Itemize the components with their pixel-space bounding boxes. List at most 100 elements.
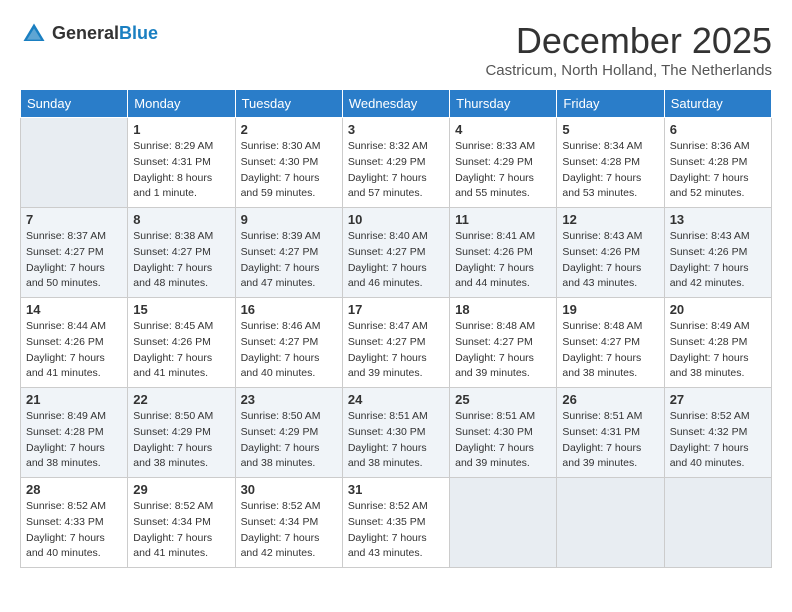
day-cell: 31Sunrise: 8:52 AMSunset: 4:35 PMDayligh… xyxy=(342,478,449,568)
day-number: 30 xyxy=(241,482,337,497)
day-info: Sunrise: 8:51 AMSunset: 4:30 PMDaylight:… xyxy=(348,409,444,472)
day-info: Sunrise: 8:30 AMSunset: 4:30 PMDaylight:… xyxy=(241,139,337,202)
day-info: Sunrise: 8:41 AMSunset: 4:26 PMDaylight:… xyxy=(455,229,551,292)
day-info: Sunrise: 8:38 AMSunset: 4:27 PMDaylight:… xyxy=(133,229,229,292)
day-number: 16 xyxy=(241,302,337,317)
day-number: 17 xyxy=(348,302,444,317)
day-info: Sunrise: 8:40 AMSunset: 4:27 PMDaylight:… xyxy=(348,229,444,292)
day-cell: 5 Sunrise: 8:34 AMSunset: 4:28 PMDaylight… xyxy=(557,118,664,208)
weekday-header-monday: Monday xyxy=(128,90,235,118)
week-row-2: 7 Sunrise: 8:37 AMSunset: 4:27 PMDaylight… xyxy=(21,208,772,298)
day-number: 14 xyxy=(26,302,122,317)
week-row-5: 28 Sunrise: 8:52 AMSunset: 4:33 PMDayligh… xyxy=(21,478,772,568)
day-cell: 22 Sunrise: 8:50 AMSunset: 4:29 PMDayligh… xyxy=(128,388,235,478)
day-cell: 12 Sunrise: 8:43 AMSunset: 4:26 PMDayligh… xyxy=(557,208,664,298)
weekday-header-sunday: Sunday xyxy=(21,90,128,118)
day-cell: 10 Sunrise: 8:40 AMSunset: 4:27 PMDayligh… xyxy=(342,208,449,298)
day-number: 18 xyxy=(455,302,551,317)
day-cell: 26Sunrise: 8:51 AMSunset: 4:31 PMDayligh… xyxy=(557,388,664,478)
day-cell: 7 Sunrise: 8:37 AMSunset: 4:27 PMDaylight… xyxy=(21,208,128,298)
day-cell: 16 Sunrise: 8:46 AMSunset: 4:27 PMDayligh… xyxy=(235,298,342,388)
day-cell: 21 Sunrise: 8:49 AMSunset: 4:28 PMDayligh… xyxy=(21,388,128,478)
day-info: Sunrise: 8:49 AMSunset: 4:28 PMDaylight:… xyxy=(26,409,122,472)
day-info: Sunrise: 8:43 AMSunset: 4:26 PMDaylight:… xyxy=(670,229,766,292)
day-cell: 14 Sunrise: 8:44 AMSunset: 4:26 PMDayligh… xyxy=(21,298,128,388)
day-cell: 29Sunrise: 8:52 AMSunset: 4:34 PMDayligh… xyxy=(128,478,235,568)
day-number: 2 xyxy=(241,122,337,137)
day-info: Sunrise: 8:52 AMSunset: 4:35 PMDaylight:… xyxy=(348,499,444,562)
day-number: 25 xyxy=(455,392,551,407)
day-info: Sunrise: 8:34 AMSunset: 4:28 PMDaylight:… xyxy=(562,139,658,202)
day-cell: 13 Sunrise: 8:43 AMSunset: 4:26 PMDayligh… xyxy=(664,208,771,298)
day-cell: 15Sunrise: 8:45 AMSunset: 4:26 PMDayligh… xyxy=(128,298,235,388)
day-info: Sunrise: 8:44 AMSunset: 4:26 PMDaylight:… xyxy=(26,319,122,382)
week-row-1: 1 Sunrise: 8:29 AMSunset: 4:31 PMDaylight… xyxy=(21,118,772,208)
day-number: 3 xyxy=(348,122,444,137)
day-info: Sunrise: 8:52 AMSunset: 4:33 PMDaylight:… xyxy=(26,499,122,562)
logo: GeneralBlue xyxy=(20,20,158,48)
day-info: Sunrise: 8:47 AMSunset: 4:27 PMDaylight:… xyxy=(348,319,444,382)
day-number: 5 xyxy=(562,122,658,137)
day-info: Sunrise: 8:29 AMSunset: 4:31 PMDaylight:… xyxy=(133,139,229,202)
day-info: Sunrise: 8:46 AMSunset: 4:27 PMDaylight:… xyxy=(241,319,337,382)
day-number: 1 xyxy=(133,122,229,137)
logo-icon xyxy=(20,20,48,48)
day-number: 11 xyxy=(455,212,551,227)
day-cell: 9 Sunrise: 8:39 AMSunset: 4:27 PMDaylight… xyxy=(235,208,342,298)
day-number: 12 xyxy=(562,212,658,227)
page-header: GeneralBlue December 2025 Castricum, Nor… xyxy=(20,20,772,79)
day-cell: 20 Sunrise: 8:49 AMSunset: 4:28 PMDayligh… xyxy=(664,298,771,388)
day-cell: 30 Sunrise: 8:52 AMSunset: 4:34 PMDayligh… xyxy=(235,478,342,568)
week-row-3: 14 Sunrise: 8:44 AMSunset: 4:26 PMDayligh… xyxy=(21,298,772,388)
day-number: 22 xyxy=(133,392,229,407)
day-number: 10 xyxy=(348,212,444,227)
day-cell: 2 Sunrise: 8:30 AMSunset: 4:30 PMDaylight… xyxy=(235,118,342,208)
title-block: December 2025 Castricum, North Holland, … xyxy=(485,20,772,79)
day-cell xyxy=(664,478,771,568)
day-cell: 3Sunrise: 8:32 AMSunset: 4:29 PMDaylight… xyxy=(342,118,449,208)
day-number: 4 xyxy=(455,122,551,137)
weekday-header-row: SundayMondayTuesdayWednesdayThursdayFrid… xyxy=(21,90,772,118)
day-number: 20 xyxy=(670,302,766,317)
day-info: Sunrise: 8:33 AMSunset: 4:29 PMDaylight:… xyxy=(455,139,551,202)
day-info: Sunrise: 8:50 AMSunset: 4:29 PMDaylight:… xyxy=(133,409,229,472)
day-number: 13 xyxy=(670,212,766,227)
day-cell xyxy=(450,478,557,568)
day-number: 8 xyxy=(133,212,229,227)
day-number: 7 xyxy=(26,212,122,227)
day-number: 6 xyxy=(670,122,766,137)
day-number: 27 xyxy=(670,392,766,407)
day-cell: 19Sunrise: 8:48 AMSunset: 4:27 PMDayligh… xyxy=(557,298,664,388)
day-cell xyxy=(557,478,664,568)
month-title: December 2025 xyxy=(485,20,772,62)
day-cell: 28 Sunrise: 8:52 AMSunset: 4:33 PMDayligh… xyxy=(21,478,128,568)
day-number: 21 xyxy=(26,392,122,407)
day-info: Sunrise: 8:43 AMSunset: 4:26 PMDaylight:… xyxy=(562,229,658,292)
day-number: 23 xyxy=(241,392,337,407)
day-cell: 24Sunrise: 8:51 AMSunset: 4:30 PMDayligh… xyxy=(342,388,449,478)
day-cell xyxy=(21,118,128,208)
day-info: Sunrise: 8:50 AMSunset: 4:29 PMDaylight:… xyxy=(241,409,337,472)
day-info: Sunrise: 8:51 AMSunset: 4:30 PMDaylight:… xyxy=(455,409,551,472)
day-info: Sunrise: 8:51 AMSunset: 4:31 PMDaylight:… xyxy=(562,409,658,472)
day-cell: 25 Sunrise: 8:51 AMSunset: 4:30 PMDayligh… xyxy=(450,388,557,478)
weekday-header-thursday: Thursday xyxy=(450,90,557,118)
day-info: Sunrise: 8:39 AMSunset: 4:27 PMDaylight:… xyxy=(241,229,337,292)
day-info: Sunrise: 8:52 AMSunset: 4:34 PMDaylight:… xyxy=(241,499,337,562)
day-info: Sunrise: 8:52 AMSunset: 4:34 PMDaylight:… xyxy=(133,499,229,562)
day-cell: 1 Sunrise: 8:29 AMSunset: 4:31 PMDaylight… xyxy=(128,118,235,208)
day-number: 28 xyxy=(26,482,122,497)
week-row-4: 21 Sunrise: 8:49 AMSunset: 4:28 PMDayligh… xyxy=(21,388,772,478)
location-subtitle: Castricum, North Holland, The Netherland… xyxy=(485,62,772,79)
day-number: 9 xyxy=(241,212,337,227)
day-info: Sunrise: 8:37 AMSunset: 4:27 PMDaylight:… xyxy=(26,229,122,292)
weekday-header-friday: Friday xyxy=(557,90,664,118)
day-cell: 23 Sunrise: 8:50 AMSunset: 4:29 PMDayligh… xyxy=(235,388,342,478)
weekday-header-tuesday: Tuesday xyxy=(235,90,342,118)
day-info: Sunrise: 8:52 AMSunset: 4:32 PMDaylight:… xyxy=(670,409,766,472)
day-cell: 6Sunrise: 8:36 AMSunset: 4:28 PMDaylight… xyxy=(664,118,771,208)
day-info: Sunrise: 8:48 AMSunset: 4:27 PMDaylight:… xyxy=(455,319,551,382)
day-cell: 4 Sunrise: 8:33 AMSunset: 4:29 PMDaylight… xyxy=(450,118,557,208)
day-cell: 18 Sunrise: 8:48 AMSunset: 4:27 PMDayligh… xyxy=(450,298,557,388)
day-info: Sunrise: 8:49 AMSunset: 4:28 PMDaylight:… xyxy=(670,319,766,382)
